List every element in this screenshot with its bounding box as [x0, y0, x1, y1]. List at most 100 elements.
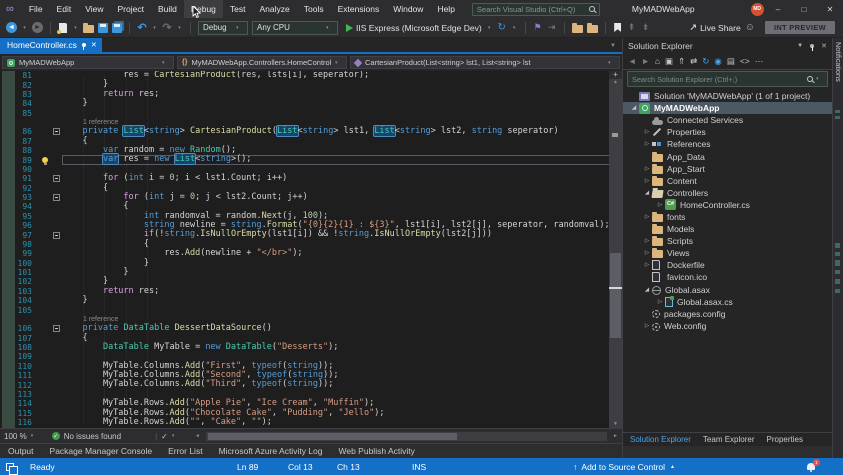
- maximize-button[interactable]: □: [791, 0, 817, 18]
- forward-icon[interactable]: ►: [641, 56, 649, 66]
- expander-icon[interactable]: ◢: [642, 190, 652, 196]
- menu-item-file[interactable]: File: [22, 0, 50, 18]
- tab-overflow-caret[interactable]: ▼: [610, 43, 622, 52]
- expander-icon[interactable]: ▷: [642, 238, 652, 244]
- tool-tab-solution-explorer[interactable]: Solution Explorer: [630, 435, 691, 444]
- expander-icon[interactable]: ▷: [642, 129, 652, 135]
- quick-search-input[interactable]: Search Visual Studio (Ctrl+Q): [472, 3, 600, 16]
- attach-button[interactable]: [572, 20, 583, 36]
- tree-item-dockerfile[interactable]: ▷Dockerfile: [623, 259, 832, 271]
- navigate-forward-button[interactable]: ►: [32, 20, 43, 36]
- save-button[interactable]: [98, 20, 108, 36]
- tree-item-favicon-ico[interactable]: favicon.ico: [623, 271, 832, 283]
- code-line-89[interactable]: 89 var res = new List<string>();: [0, 155, 622, 164]
- chevron-down-icon[interactable]: ▾: [172, 433, 179, 439]
- tool-tab-properties[interactable]: Properties: [767, 435, 803, 444]
- home-icon[interactable]: ⌂: [655, 56, 660, 66]
- tree-item-app-data[interactable]: App_Data: [623, 150, 832, 162]
- navigate-button[interactable]: [587, 20, 598, 36]
- menu-item-analyze[interactable]: Analyze: [253, 0, 297, 18]
- pin-icon[interactable]: [82, 43, 86, 47]
- scrollbar-thumb[interactable]: [610, 253, 621, 338]
- editor-horizontal-scrollbar[interactable]: [206, 432, 607, 441]
- scroll-right-icon[interactable]: ►: [613, 433, 618, 439]
- expander-icon[interactable]: ▷: [642, 323, 652, 329]
- tree-item-app-start[interactable]: ▷App_Start: [623, 163, 832, 175]
- expander-icon[interactable]: ▷: [642, 250, 652, 256]
- add-to-source-control-button[interactable]: ↑ Add to Source Control ▲: [573, 458, 675, 475]
- expander-icon[interactable]: ▷: [642, 262, 652, 268]
- switch-views-icon[interactable]: ▣: [665, 56, 673, 67]
- menu-item-test[interactable]: Test: [223, 0, 253, 18]
- breakpoint-flag-button[interactable]: ⚑: [533, 20, 543, 36]
- tree-item-content[interactable]: ▷Content: [623, 175, 832, 187]
- tree-item-connected-services[interactable]: Connected Services: [623, 114, 832, 126]
- save-all-button[interactable]: [112, 20, 122, 36]
- code-line-108[interactable]: 108 DataTable MyTable = new DataTable("D…: [0, 343, 622, 352]
- account-avatar[interactable]: MD: [751, 3, 764, 16]
- tree-item-fonts[interactable]: ▷fonts: [623, 211, 832, 223]
- view-code-icon[interactable]: <>: [740, 56, 750, 66]
- feedback-icon[interactable]: ☺: [745, 20, 755, 36]
- undo-button[interactable]: ↶: [137, 20, 147, 36]
- close-button[interactable]: ✕: [817, 0, 843, 18]
- solution-platform-dropdown[interactable]: Any CPU▾: [252, 21, 338, 35]
- tab-homecontroller[interactable]: HomeController.cs ✕: [0, 38, 102, 52]
- expander-icon[interactable]: ▷: [642, 166, 652, 172]
- step-commands-button[interactable]: ⇥: [547, 20, 557, 36]
- code-line-83[interactable]: 83 return res;: [0, 90, 622, 99]
- collapse-region-icon[interactable]: [53, 232, 60, 239]
- insert-mode-indicator[interactable]: INS: [412, 458, 426, 475]
- tree-item-global-asax[interactable]: ◢Global.asax: [623, 284, 832, 296]
- tab-notifications[interactable]: Notifications: [834, 42, 843, 82]
- scroll-up-icon[interactable]: ▲: [613, 79, 618, 86]
- collapse-all-icon[interactable]: ⇑: [678, 56, 685, 67]
- column-indicator[interactable]: Col 13: [288, 458, 313, 475]
- tree-item-properties[interactable]: ▷Properties: [623, 126, 832, 138]
- int-preview-badge[interactable]: INT PREVIEW: [765, 21, 835, 34]
- line-indicator[interactable]: Ln 89: [237, 458, 258, 475]
- code-line-104[interactable]: 104 }: [0, 296, 622, 305]
- expander-icon[interactable]: ▷: [642, 141, 652, 147]
- scroll-left-icon[interactable]: ◄: [195, 433, 200, 439]
- refresh-caret[interactable]: ▾: [511, 20, 518, 36]
- panel-tab-output[interactable]: Output: [8, 446, 34, 456]
- split-editor-handle[interactable]: +: [609, 71, 622, 79]
- window-position-caret[interactable]: ▼: [797, 43, 803, 49]
- open-file-button[interactable]: [83, 20, 94, 36]
- expander-icon[interactable]: ▷: [642, 214, 652, 220]
- run-target-caret[interactable]: ▾: [486, 20, 493, 36]
- code-line-106[interactable]: 106 private DataTable DessertDataSource(…: [0, 324, 622, 333]
- scrollbar-thumb[interactable]: [208, 433, 457, 440]
- panel-tab-microsoft-azure-activity-log[interactable]: Microsoft Azure Activity Log: [219, 446, 323, 456]
- tree-item-web-config[interactable]: ▷Web.config: [623, 320, 832, 332]
- more-icon[interactable]: ⋯: [755, 56, 764, 67]
- solution-configuration-dropdown[interactable]: Debug▾: [198, 21, 248, 35]
- menu-item-edit[interactable]: Edit: [50, 0, 79, 18]
- expander-icon[interactable]: ◢: [629, 105, 639, 111]
- next-bookmark-button[interactable]: ⇟: [641, 20, 651, 36]
- expander-icon[interactable]: ▷: [642, 178, 652, 184]
- tree-item-solution-mymadwebapp-1-of-1-project[interactable]: Solution 'MyMADWebApp' (1 of 1 project): [623, 90, 832, 102]
- back-icon[interactable]: ◄: [628, 56, 636, 66]
- panel-tab-package-manager-console[interactable]: Package Manager Console: [50, 446, 153, 456]
- editor-vertical-scrollbar[interactable]: + ▲ ▼: [609, 71, 622, 428]
- panel-tab-web-publish-activity[interactable]: Web Publish Activity: [339, 446, 415, 456]
- tree-item-controllers[interactable]: ◢Controllers: [623, 187, 832, 199]
- redo-caret[interactable]: ▾: [176, 20, 183, 36]
- bookmark-button[interactable]: [613, 20, 623, 36]
- tree-item-packages-config[interactable]: packages.config: [623, 308, 832, 320]
- collapse-region-icon[interactable]: [53, 175, 60, 182]
- undo-caret[interactable]: ▾: [151, 20, 158, 36]
- notifications-bell-button[interactable]: 1: [807, 458, 815, 475]
- code-line-84[interactable]: 84 }: [0, 99, 622, 108]
- expander-icon[interactable]: ◢: [642, 287, 652, 293]
- refresh-icon[interactable]: ↻: [702, 56, 709, 67]
- menu-item-view[interactable]: View: [78, 0, 110, 18]
- code-line-103[interactable]: 103 return res;: [0, 287, 622, 296]
- tree-item-mymadwebapp[interactable]: ◢MyMADWebApp: [623, 102, 832, 114]
- expander-icon[interactable]: ▷: [655, 202, 665, 208]
- show-all-files-icon[interactable]: ▤: [727, 56, 735, 67]
- breadcrumb-type-dropdown[interactable]: {} MyMADWebApp.Controllers.HomeControlle…: [177, 56, 347, 69]
- pin-icon[interactable]: [810, 44, 814, 48]
